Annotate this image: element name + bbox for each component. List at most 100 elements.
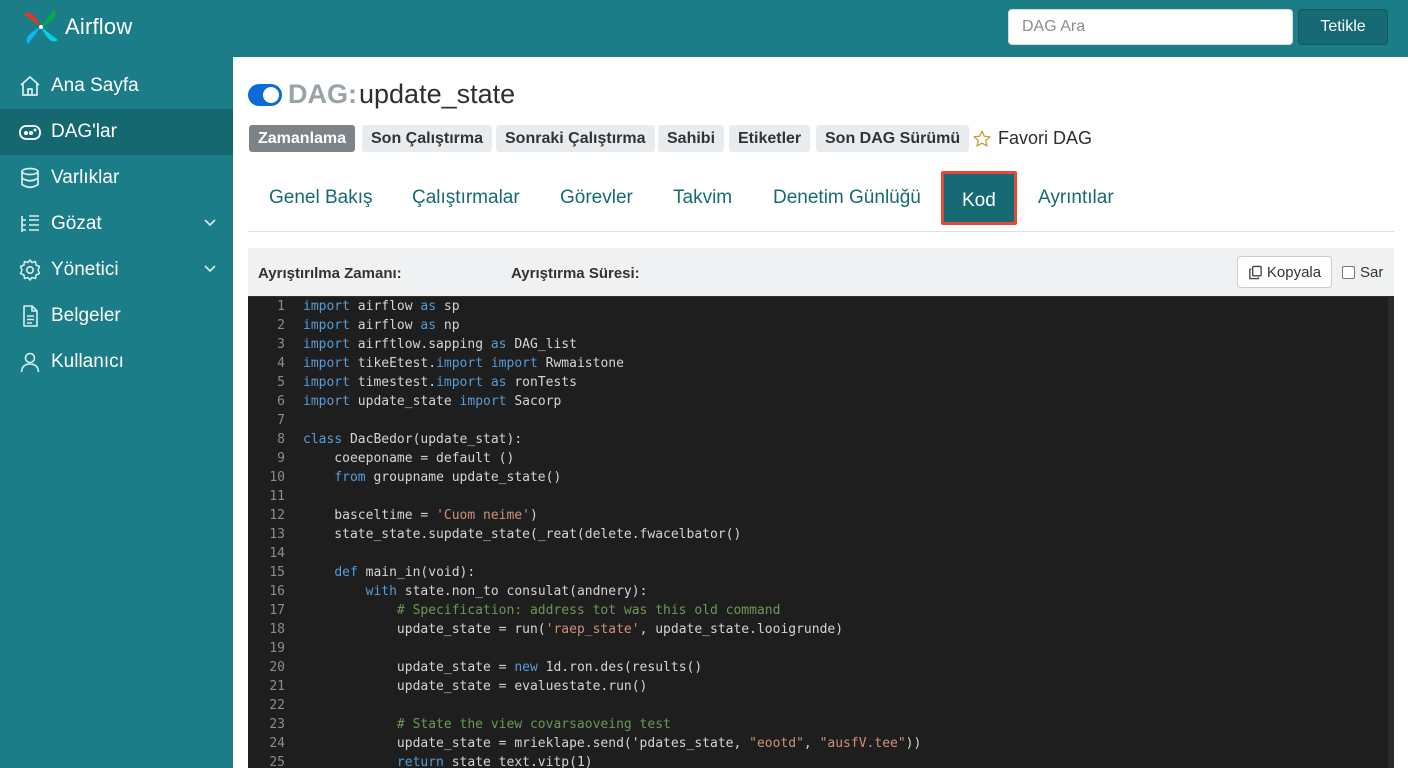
sidebar: Ana Sayfa DAG'lar Varlıklar Gözat Yöneti… xyxy=(0,57,233,768)
chevron-down-icon[interactable] xyxy=(203,218,217,228)
tab-details[interactable]: Ayrıntılar xyxy=(1038,187,1114,209)
code-line: 23 # State the view covarsaoveing test xyxy=(248,715,1394,734)
line-number: 18 xyxy=(269,622,285,637)
parse-time-label: Ayrıştırılma Zamanı: xyxy=(258,265,402,282)
sidebar-item-assets[interactable]: Varlıklar xyxy=(0,155,233,201)
code-line: 9 coeeponame = default () xyxy=(248,449,1394,468)
brand-name[interactable]: Airflow xyxy=(65,14,132,40)
line-source: update_state = evaluestate.run() xyxy=(303,679,648,694)
code-line: 2 import airflow as np xyxy=(248,316,1394,335)
line-source: # Specification: address tot was this ol… xyxy=(303,603,781,618)
line-number: 7 xyxy=(277,413,285,428)
code-line: 1 import airflow as sp xyxy=(248,297,1394,316)
code-line: 20 update_state = new 1d.ron.des(results… xyxy=(248,658,1394,677)
code-line: 12 basceltime = 'Cuom neime') xyxy=(248,506,1394,525)
tab-runs[interactable]: Çalıştırmalar xyxy=(412,187,520,209)
line-number: 15 xyxy=(269,565,285,580)
sidebar-item-browse[interactable]: Gözat xyxy=(0,201,233,247)
chip-latest-dag-version[interactable]: Son DAG Sürümü xyxy=(816,125,970,152)
code-line: 25 return state_text.vitp(1) xyxy=(248,753,1394,768)
dag-search-input[interactable] xyxy=(1008,9,1293,45)
line-source: import timestest.import as ronTests xyxy=(303,375,577,390)
line-source: update_state = mrieklape.send('pdates_st… xyxy=(303,736,922,751)
dag-title-prefix: DAG: xyxy=(288,79,357,109)
code-line: 15 def main_in(void): xyxy=(248,563,1394,582)
code-line: 17 # Specification: address tot was this… xyxy=(248,601,1394,620)
line-source: from groupname update_state() xyxy=(334,470,562,485)
dag-pause-toggle[interactable] xyxy=(248,84,282,106)
top-navbar: Airflow Tetikle xyxy=(0,0,1408,57)
line-number: 9 xyxy=(277,451,285,466)
code-line: 11 xyxy=(248,487,1394,506)
trigger-button[interactable]: Tetikle xyxy=(1298,9,1388,45)
wrap-checkbox[interactable] xyxy=(1342,266,1355,279)
code-line: 4 import tikeEtest.import import Rwmaisto… xyxy=(248,354,1394,373)
code-line: 22 xyxy=(248,696,1394,715)
code-line: 3 import airftlow.sapping as DAG_list xyxy=(248,335,1394,354)
sidebar-item-dags[interactable]: DAG'lar xyxy=(0,109,233,155)
document-icon xyxy=(23,305,38,327)
tab-calendar[interactable]: Takvim xyxy=(673,187,732,209)
line-source: # State the view covarsaoveing test xyxy=(303,717,671,732)
tab-tasks[interactable]: Görevler xyxy=(560,187,633,209)
line-number: 14 xyxy=(269,546,285,561)
sidebar-item-label: Gözat xyxy=(51,213,102,234)
line-number: 5 xyxy=(277,375,285,390)
line-number: 23 xyxy=(269,717,285,732)
line-number: 2 xyxy=(277,318,285,333)
chip-schedule[interactable]: Zamanlama xyxy=(249,125,356,152)
line-number: 22 xyxy=(269,698,285,713)
line-number: 24 xyxy=(269,736,285,751)
sidebar-item-home[interactable]: Ana Sayfa xyxy=(0,63,233,109)
code-line: 21 update_state = evaluestate.run() xyxy=(248,677,1394,696)
code-scrollbar[interactable] xyxy=(1388,296,1394,768)
chevron-down-icon[interactable] xyxy=(203,264,217,274)
line-source: import airflow as sp xyxy=(303,299,460,314)
tab-overview[interactable]: Genel Bakış xyxy=(269,187,373,209)
gear-icon xyxy=(19,259,41,281)
line-number: 8 xyxy=(277,432,285,447)
chip-next-run[interactable]: Sonraki Çalıştırma xyxy=(496,125,655,152)
sidebar-item-docs[interactable]: Belgeler xyxy=(0,293,233,339)
chip-last-run[interactable]: Son Çalıştırma xyxy=(362,125,493,152)
code-line: 7 xyxy=(248,411,1394,430)
line-number: 11 xyxy=(269,489,285,504)
line-number: 1 xyxy=(277,299,285,314)
copy-icon xyxy=(1249,265,1262,279)
dag-tabs: Genel Bakış Çalıştırmalar Görevler Takvi… xyxy=(248,168,1394,232)
line-number: 3 xyxy=(277,337,285,352)
line-number: 16 xyxy=(269,584,285,599)
sidebar-item-user[interactable]: Kullanıcı xyxy=(0,339,233,385)
line-source: import airftlow.sapping as DAG_list xyxy=(303,337,577,352)
chip-owner[interactable]: Sahibi xyxy=(658,125,725,152)
code-line: 16 with state.non_to consulat(andnery): xyxy=(248,582,1394,601)
sidebar-item-label: Yönetici xyxy=(51,259,119,280)
code-viewer[interactable]: 1 import airflow as sp 2 import airflow as … xyxy=(248,296,1394,768)
line-number: 21 xyxy=(269,679,285,694)
line-source: update_state = new 1d.ron.des(results() xyxy=(303,660,703,675)
tab-code[interactable]: Kod xyxy=(941,171,1017,225)
airflow-logo-icon[interactable] xyxy=(20,6,62,48)
line-source: import update_state import Sacorp xyxy=(303,394,562,409)
line-source: with state.non_to consulat(andnery): xyxy=(365,584,648,599)
code-line: 18 update_state = run('raep_state', upda… xyxy=(248,620,1394,639)
sidebar-item-label: Belgeler xyxy=(51,305,121,326)
favorite-dag-label: Favori DAG xyxy=(998,128,1093,148)
tab-audit-log[interactable]: Denetim Günlüğü xyxy=(773,187,921,209)
favorite-dag-button[interactable]: Favori DAG xyxy=(972,125,1092,152)
line-number: 6 xyxy=(277,394,285,409)
database-icon xyxy=(21,167,39,189)
line-source: state_state.supdate_state(_reat(delete.f… xyxy=(303,527,742,542)
line-number: 19 xyxy=(269,641,285,656)
list-tree-icon xyxy=(21,215,39,232)
wrap-label[interactable]: Sar xyxy=(1360,264,1383,281)
code-line: 24 update_state = mrieklape.send('pdates… xyxy=(248,734,1394,753)
home-icon xyxy=(20,76,40,96)
copy-button[interactable]: Kopyala xyxy=(1237,256,1332,288)
line-number: 12 xyxy=(269,508,285,523)
sidebar-item-admin[interactable]: Yönetici xyxy=(0,247,233,293)
line-source: return state_text.vitp(1) xyxy=(396,755,593,768)
chip-tags[interactable]: Etiketler xyxy=(729,125,811,152)
line-number: 17 xyxy=(269,603,285,618)
sidebar-item-label: Kullanıcı xyxy=(51,351,124,372)
